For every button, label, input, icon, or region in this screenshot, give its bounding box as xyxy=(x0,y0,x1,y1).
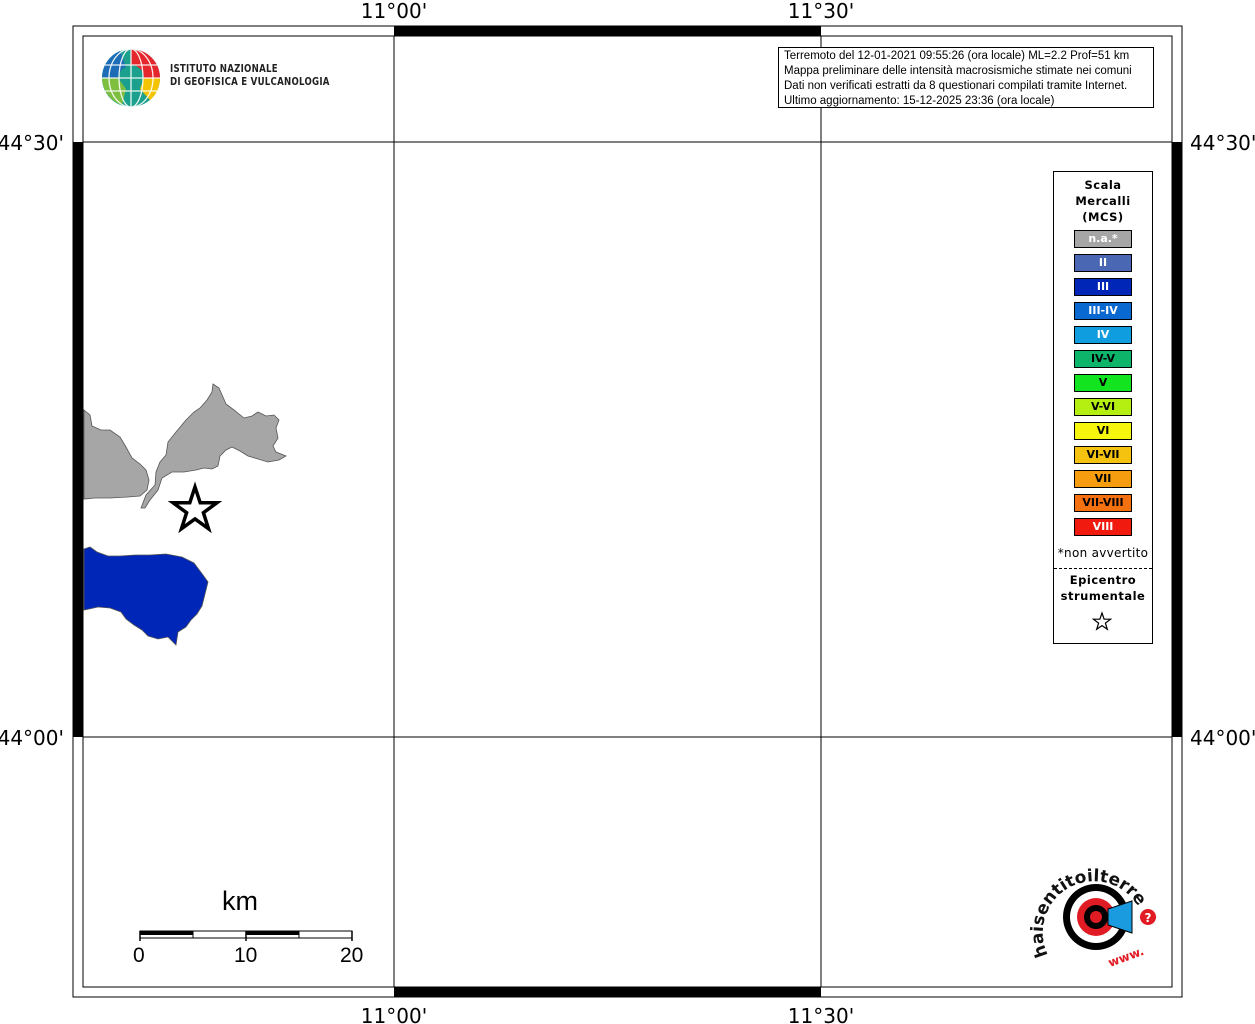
epicentre-star-icon xyxy=(167,481,223,534)
frame-bar-right xyxy=(1172,142,1182,737)
legend-note: *non avvertito xyxy=(1057,546,1149,560)
event-info-line-1: Terremoto del 12-01-2021 09:55:26 (ora l… xyxy=(784,50,1130,62)
event-info-line-3: Dati non verificati estratti da 8 questi… xyxy=(784,80,1128,92)
legend-items: n.a.* II III III-IV IV IV-V V V-VI VI VI-VII VII VI… xyxy=(1074,230,1132,542)
municipality-not-felt xyxy=(83,409,150,500)
frame-bar-top xyxy=(394,26,821,36)
map-frame-inner xyxy=(82,35,1173,988)
haisentito-logo: ? haisentitoilterremoto.it www. xyxy=(1030,855,1156,970)
scale-label-0: 0 xyxy=(133,944,145,967)
lon-label-top-1: 11°00' xyxy=(361,0,427,23)
legend-item: VII-VIII xyxy=(1074,494,1132,512)
lat-label-right-1: 44°30' xyxy=(1190,131,1255,155)
legend-title-line-3: (MCS) xyxy=(1082,210,1124,224)
municipality-intensity-III xyxy=(83,546,209,646)
haisentito-www: www. xyxy=(1106,944,1146,970)
star-icon xyxy=(1091,611,1113,631)
lat-label-right-2: 44°00' xyxy=(1190,726,1255,750)
legend-divider xyxy=(1054,568,1152,569)
legend-item: II xyxy=(1074,254,1132,272)
logo-line-2: DI GEOFISICA E VULCANOLOGIA xyxy=(170,76,330,88)
lon-label-top-2: 11°30' xyxy=(788,0,854,23)
legend-item: n.a.* xyxy=(1074,230,1132,248)
svg-text:?: ? xyxy=(1145,911,1152,925)
legend-epicentre-line-2: strumentale xyxy=(1060,589,1146,603)
event-info-box: Terremoto del 12-01-2021 09:55:26 (ora l… xyxy=(778,47,1154,108)
legend-item: VI-VII xyxy=(1074,446,1132,464)
legend-epicentre-line-1: Epicentro xyxy=(1069,573,1137,587)
scale-label-20: 20 xyxy=(340,944,364,967)
legend-item: V-VI xyxy=(1074,398,1132,416)
legend-title: Scala Mercalli (MCS) xyxy=(1054,172,1152,225)
ingv-logo: ISTITUTO NAZIONALE DI GEOFISICA E VULCAN… xyxy=(100,47,329,111)
map-frame-outer xyxy=(72,25,1183,998)
scale-label-10: 10 xyxy=(234,944,258,967)
event-info-line-2: Mappa preliminare delle intensità macros… xyxy=(784,65,1132,77)
logo-line-1: ISTITUTO NAZIONALE xyxy=(170,63,278,75)
legend-item: V xyxy=(1074,374,1132,392)
legend-title-line-1: Scala xyxy=(1084,178,1122,192)
legend-item: VIII xyxy=(1074,518,1132,536)
municipality-not-felt xyxy=(140,383,287,509)
lon-label-bottom-2: 11°30' xyxy=(788,1004,854,1024)
legend-item: III-IV xyxy=(1074,302,1132,320)
mcs-legend: Scala Mercalli (MCS) n.a.* II III III-IV IV I… xyxy=(1053,171,1153,644)
lon-label-bottom-1: 11°00' xyxy=(361,1004,427,1024)
legend-epicentre-label: Epicentro strumentale xyxy=(1054,572,1152,604)
frame-bar-bottom xyxy=(394,987,821,997)
legend-item: IV-V xyxy=(1074,350,1132,368)
legend-item: VI xyxy=(1074,422,1132,440)
event-info-line-4: Ultimo aggiornamento: 15-12-2025 23:36 (… xyxy=(784,95,1055,107)
lat-label-left-2: 44°00' xyxy=(0,726,64,750)
lat-label-left-1: 44°30' xyxy=(0,131,64,155)
legend-item: VII xyxy=(1074,470,1132,488)
frame-bar-left xyxy=(73,142,83,737)
scale-unit: km xyxy=(222,886,258,916)
legend-item: IV xyxy=(1074,326,1132,344)
legend-item: III xyxy=(1074,278,1132,296)
ingv-globe-icon xyxy=(101,48,161,108)
legend-title-line-2: Mercalli xyxy=(1075,194,1131,208)
scale-bar xyxy=(139,930,353,941)
